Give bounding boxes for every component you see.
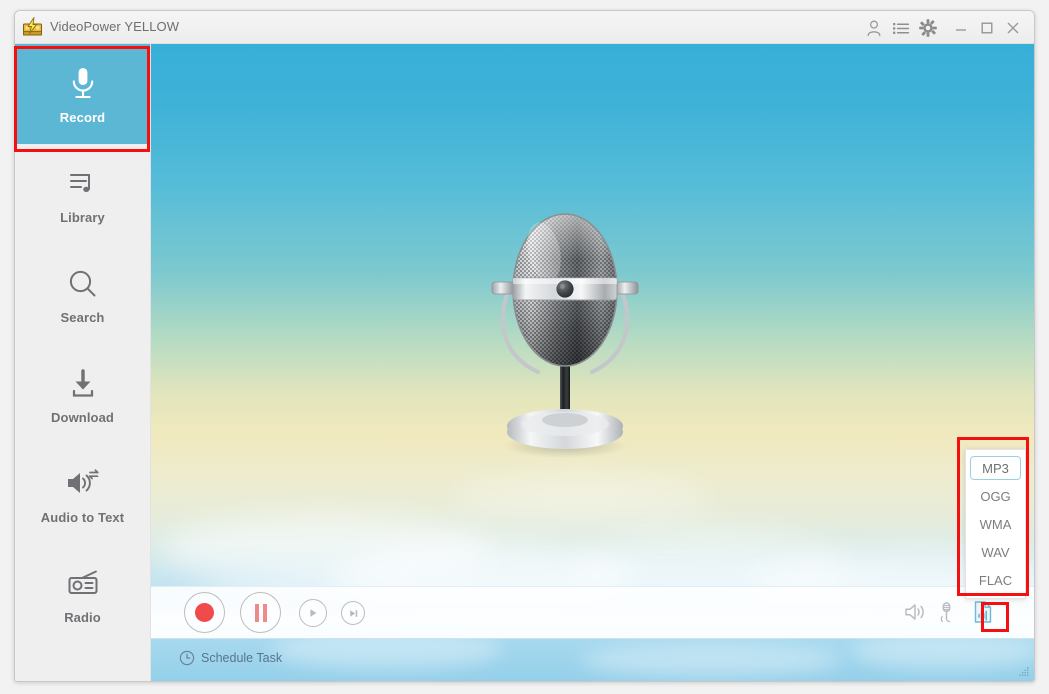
sidebar-item-audio-to-text[interactable]: Audio to Text: [15, 444, 150, 544]
sidebar-item-record[interactable]: Record: [15, 44, 150, 144]
format-option-wav[interactable]: WAV: [970, 540, 1021, 564]
sidebar-item-search[interactable]: Search: [15, 244, 150, 344]
format-option-mp3[interactable]: MP3: [970, 456, 1021, 480]
record-button[interactable]: [184, 592, 225, 633]
list-icon[interactable]: [890, 17, 912, 39]
transport-bar: [151, 586, 1034, 639]
maximize-icon[interactable]: [976, 17, 998, 39]
schedule-task-button[interactable]: Schedule Task: [179, 650, 282, 666]
sidebar-item-library[interactable]: Library: [15, 144, 150, 244]
speaker-icon[interactable]: [904, 601, 928, 623]
sidebar-item-download[interactable]: Download: [15, 344, 150, 444]
cloud-decoration: [451, 474, 711, 524]
pause-button[interactable]: [240, 592, 281, 633]
application-window: VideoPower YELLOW Record Library Search …: [14, 10, 1035, 682]
sidebar-item-label: Search: [60, 309, 105, 325]
cloud-decoration: [271, 639, 501, 669]
sidebar-item-label: Download: [51, 409, 114, 425]
sidebar-item-label: Library: [60, 209, 105, 225]
microphone-artwork: [470, 204, 660, 464]
search-icon: [66, 264, 100, 304]
close-icon[interactable]: [1002, 17, 1024, 39]
lightning-bolt-logo-icon: [22, 17, 43, 38]
radio-icon: [65, 564, 101, 604]
sidebar-item-label: Record: [59, 109, 106, 125]
schedule-bar: Schedule Task: [151, 639, 1034, 681]
play-icon: [310, 609, 317, 617]
title-bar: VideoPower YELLOW: [15, 11, 1034, 44]
microphone-icon: [66, 64, 100, 104]
cloud-decoration: [851, 639, 1034, 669]
account-icon[interactable]: [863, 17, 885, 39]
audio-format-icon[interactable]: [972, 600, 994, 624]
sidebar: Record Library Search Download Audio to …: [15, 44, 151, 681]
format-panel: MP3 OGG WMA WAV FLAC: [965, 449, 1026, 599]
clock-icon: [179, 650, 195, 666]
schedule-task-label: Schedule Task: [201, 651, 283, 665]
next-icon: [349, 609, 357, 617]
cloud-decoration: [581, 643, 841, 677]
download-icon: [66, 364, 100, 404]
record-dot-icon: [195, 603, 214, 622]
resize-grip[interactable]: [1017, 665, 1030, 678]
sidebar-item-radio[interactable]: Radio: [15, 544, 150, 644]
play-button[interactable]: [299, 599, 327, 627]
minimize-icon[interactable]: [950, 17, 972, 39]
window-title: VideoPower YELLOW: [50, 19, 180, 34]
format-option-wma[interactable]: WMA: [970, 512, 1021, 536]
audio-to-text-icon: [64, 464, 102, 504]
format-option-flac[interactable]: FLAC: [970, 568, 1021, 592]
sidebar-item-label: Audio to Text: [40, 509, 125, 525]
gear-icon[interactable]: [917, 17, 939, 39]
format-option-ogg[interactable]: OGG: [970, 484, 1021, 508]
music-list-icon: [66, 164, 100, 204]
microphone-in-icon[interactable]: [936, 600, 958, 624]
pause-icon: [254, 603, 267, 622]
next-button[interactable]: [341, 601, 365, 625]
sidebar-item-label: Radio: [64, 609, 101, 625]
